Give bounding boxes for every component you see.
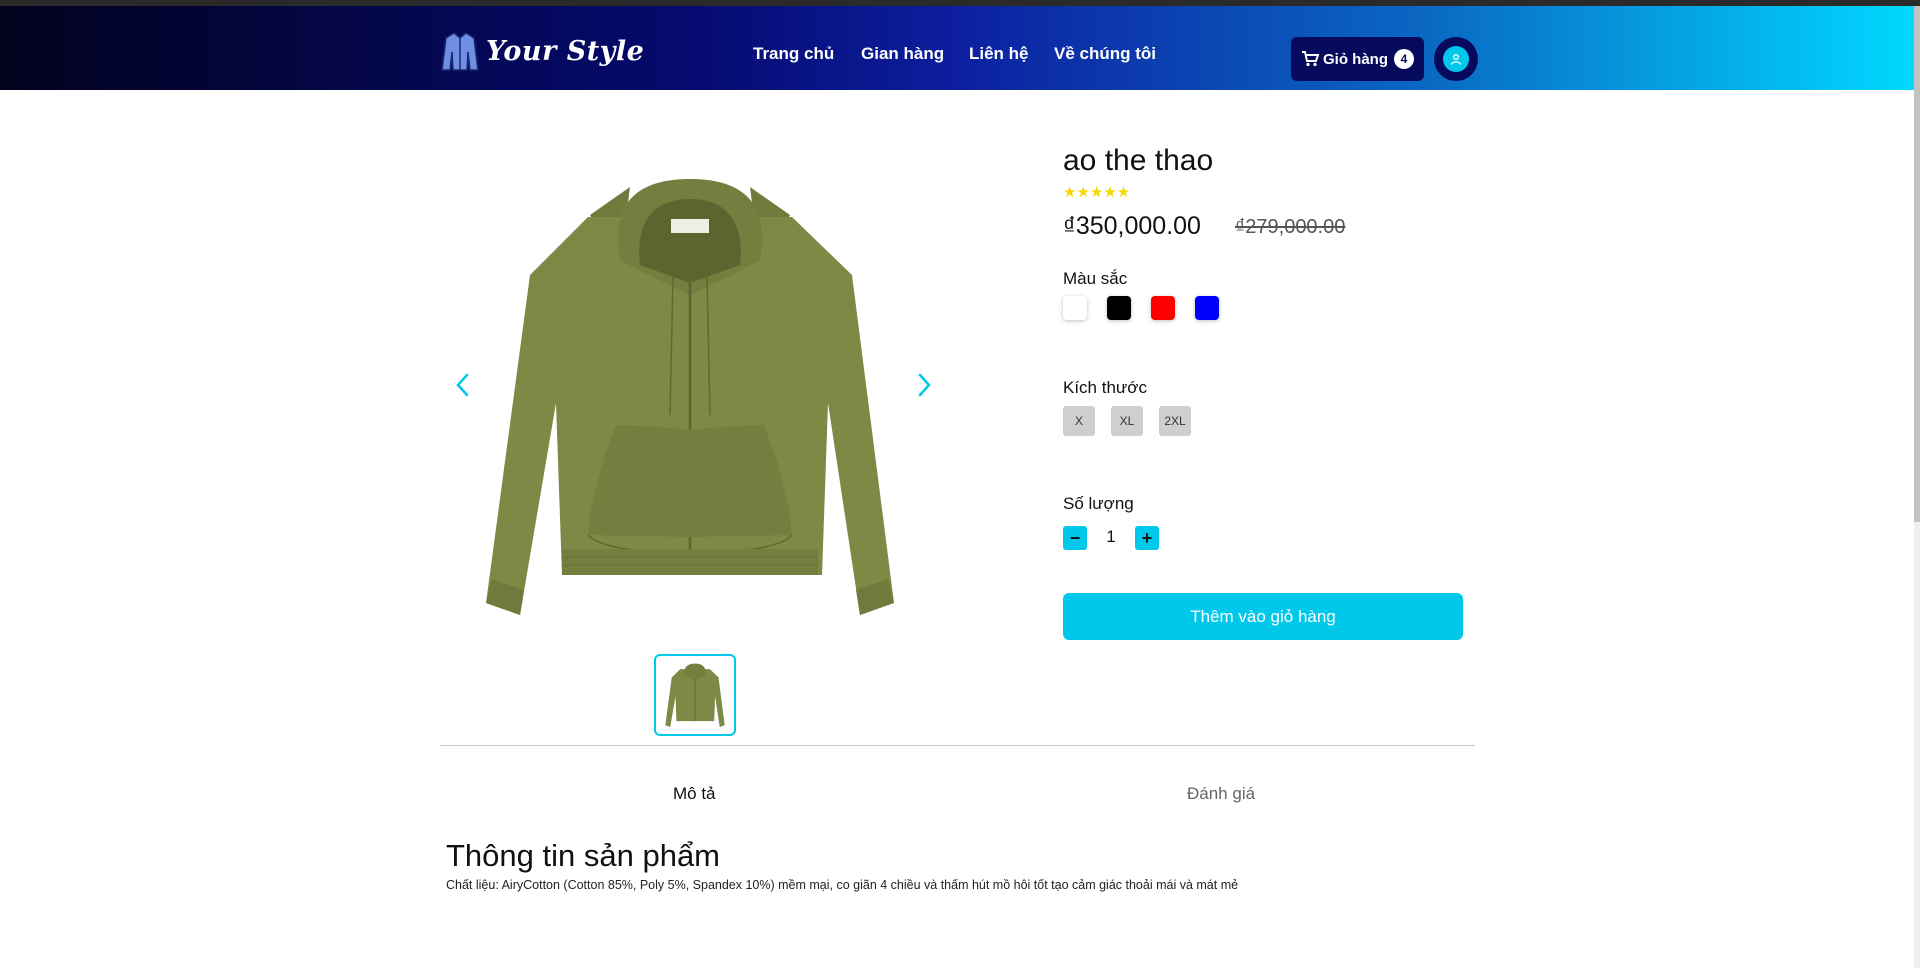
navbar: Your Style Trang chủ Gian hàng Liên hệ V…	[0, 6, 1914, 90]
product-thumbnail[interactable]	[654, 654, 736, 736]
logo[interactable]: Your Style	[440, 30, 644, 72]
rating-stars: ★★★★★	[1063, 184, 1131, 201]
next-image-arrow[interactable]	[912, 370, 936, 400]
nav-about[interactable]: Về chúng tôi	[1054, 44, 1156, 64]
nav-shop[interactable]: Gian hàng	[861, 44, 944, 64]
size-option-2xl[interactable]: 2XL	[1159, 406, 1191, 436]
color-swatch-blue[interactable]	[1195, 296, 1219, 320]
section-divider	[440, 745, 1475, 746]
size-option-x[interactable]: X	[1063, 406, 1095, 436]
color-swatch-white[interactable]	[1063, 296, 1087, 320]
user-avatar-button[interactable]	[1434, 37, 1478, 81]
scrollbar-thumb[interactable]	[1914, 6, 1920, 522]
cart-label: Giỏ hàng	[1323, 50, 1388, 68]
quantity-decrease-button[interactable]: −	[1063, 526, 1087, 550]
color-swatch-red[interactable]	[1151, 296, 1175, 320]
cart-icon	[1302, 51, 1319, 67]
product-main-image	[470, 165, 910, 625]
prev-image-arrow[interactable]	[451, 370, 475, 400]
size-label: Kích thước	[1063, 378, 1147, 397]
logo-text: Your Style	[486, 35, 645, 67]
color-swatch-black[interactable]	[1107, 296, 1131, 320]
quantity-label: Số lượng	[1063, 494, 1134, 513]
product-title: ao the thao	[1063, 144, 1214, 177]
tab-reviews[interactable]: Đánh giá	[1187, 784, 1255, 804]
jacket-logo-icon	[441, 32, 479, 71]
nav-contact[interactable]: Liên hệ	[969, 44, 1029, 64]
cart-count-badge: 4	[1394, 49, 1414, 69]
add-to-cart-button[interactable]: Thêm vào giỏ hàng	[1063, 593, 1463, 640]
description-title: Thông tin sản phẩm	[446, 838, 721, 873]
description-text: Chất liệu: AiryCotton (Cotton 85%, Poly …	[446, 878, 1239, 892]
cart-button[interactable]: Giỏ hàng 4	[1291, 37, 1424, 81]
nav-home[interactable]: Trang chủ	[753, 44, 834, 64]
quantity-value[interactable]: 1	[1100, 527, 1122, 547]
size-option-xl[interactable]: XL	[1111, 406, 1143, 436]
tab-description[interactable]: Mô tả	[673, 784, 716, 804]
user-icon	[1443, 46, 1469, 72]
color-label: Màu sắc	[1063, 269, 1128, 288]
product-price: ₫350,000.00	[1063, 212, 1201, 240]
quantity-increase-button[interactable]: +	[1135, 526, 1159, 550]
product-old-price: ₫279,000.00	[1235, 216, 1346, 238]
